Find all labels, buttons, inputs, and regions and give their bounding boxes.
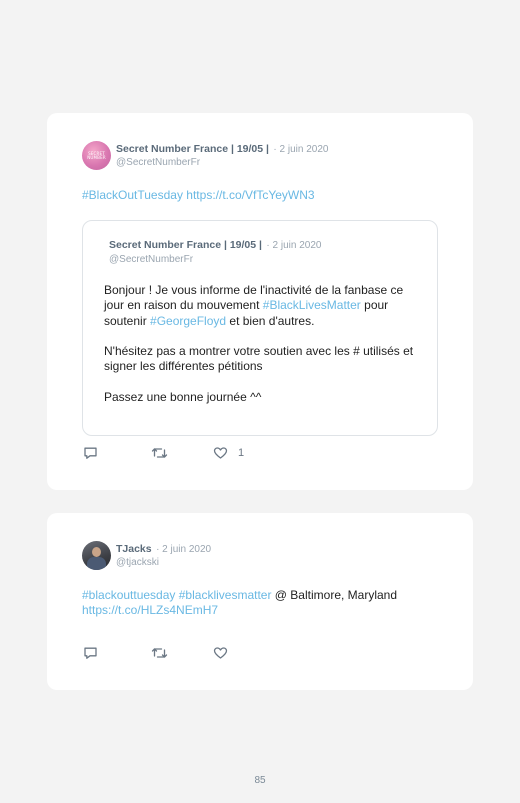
reply-button[interactable]	[83, 646, 98, 660]
url-link[interactable]: https://t.co/VfTcYeyWN3	[186, 188, 314, 202]
tweet-date[interactable]: · 2 juin 2020	[273, 144, 328, 155]
tweet-actions	[83, 646, 228, 660]
like-icon	[213, 447, 228, 459]
avatar-body	[87, 557, 106, 570]
quoted-author-name[interactable]: Secret Number France | 19/05 |	[109, 239, 262, 251]
hashtag-link[interactable]: #blacklivesmatter	[179, 588, 272, 602]
tweet-date[interactable]: · 2 juin 2020	[156, 544, 211, 555]
tweet-card: TJacks · 2 juin 2020 @tjackski #blackout…	[47, 513, 473, 690]
quoted-date[interactable]: · 2 juin 2020	[266, 240, 321, 251]
retweet-icon	[151, 448, 168, 458]
tweet-body: #BlackOutTuesday https://t.co/VfTcYeyWN3	[82, 188, 315, 203]
retweet-button[interactable]	[151, 646, 168, 660]
tweet-body: #blackouttuesday #blacklivesmatter @ Bal…	[82, 588, 452, 618]
quoted-handle[interactable]: @SecretNumberFr	[109, 253, 321, 267]
retweet-icon	[151, 648, 168, 658]
author-name[interactable]: TJacks	[116, 543, 152, 555]
author-handle[interactable]: @SecretNumberFr	[116, 156, 328, 169]
like-button[interactable]	[213, 646, 228, 660]
author-handle[interactable]: @tjackski	[116, 556, 211, 569]
reply-icon	[84, 647, 97, 659]
quoted-paragraph: Bonjour ! Je vous informe de l'inactivit…	[104, 283, 424, 329]
retweet-button[interactable]	[151, 446, 168, 460]
hashtag-link[interactable]: #GeorgeFloyd	[150, 314, 226, 328]
avatar[interactable]	[82, 541, 111, 570]
quoted-text: et bien d'autres.	[226, 313, 315, 328]
tweet-header: TJacks · 2 juin 2020 @tjackski	[82, 541, 211, 570]
like-button[interactable]: 1	[213, 446, 244, 460]
quoted-paragraph: Passez une bonne journée ^^	[104, 390, 262, 405]
location-text: @ Baltimore, Maryland	[271, 588, 398, 602]
avatar-logo: SECRET NUMBER	[87, 151, 106, 160]
quoted-tweet[interactable]: Secret Number France | 19/05 | · 2 juin …	[82, 220, 438, 436]
quoted-body: Bonjour ! Je vous informe de l'inactivit…	[104, 283, 424, 405]
like-count: 1	[238, 447, 245, 459]
reply-button[interactable]	[83, 446, 98, 460]
avatar-face	[92, 547, 101, 557]
page-number: 85	[254, 775, 266, 786]
tweet-header: SECRET NUMBER Secret Number France | 19/…	[82, 141, 328, 170]
author-name[interactable]: Secret Number France | 19/05 |	[116, 143, 269, 155]
avatar[interactable]: SECRET NUMBER	[82, 141, 111, 170]
tweet-card: SECRET NUMBER Secret Number France | 19/…	[47, 113, 473, 490]
hashtag-link[interactable]: #BlackOutTuesday	[82, 188, 183, 202]
url-link[interactable]: https://t.co/HLZs4NEmH7	[82, 603, 218, 617]
tweet-actions: 1	[83, 446, 244, 460]
hashtag-link[interactable]: #blackouttuesday	[82, 588, 175, 602]
like-icon	[213, 647, 228, 659]
quoted-paragraph: N'hésitez pas a montrer votre soutien av…	[104, 344, 414, 374]
hashtag-link[interactable]: #BlackLivesMatter	[263, 298, 361, 312]
quoted-header: Secret Number France | 19/05 | · 2 juin …	[109, 237, 321, 267]
reply-icon	[84, 447, 97, 459]
